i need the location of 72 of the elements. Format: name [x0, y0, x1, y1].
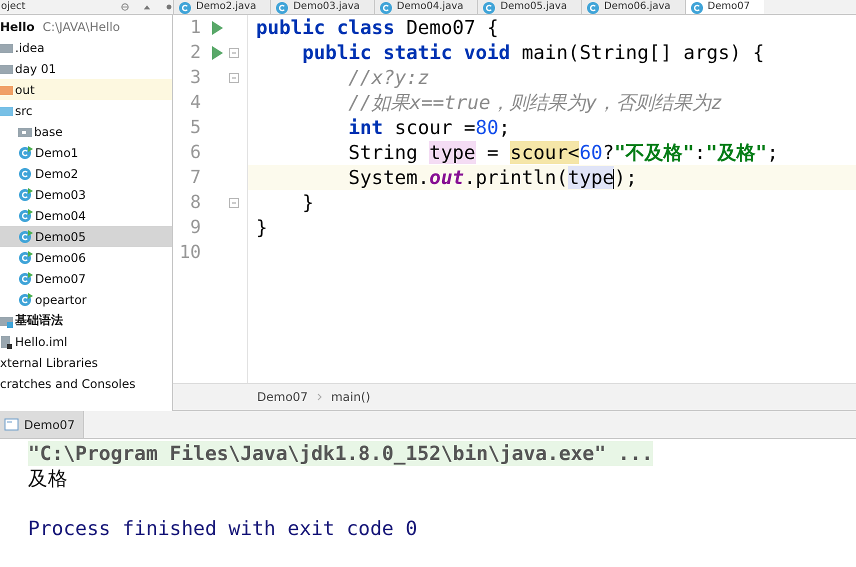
class-icon	[18, 208, 33, 223]
project-path: C:\JAVA\Hello	[42, 20, 120, 34]
chevron-icon	[316, 392, 323, 402]
class-icon	[18, 292, 33, 307]
tree-item[interactable]: Demo07	[0, 268, 172, 289]
class-icon	[18, 250, 33, 265]
line-number: 1	[189, 17, 201, 38]
code-line: public static void main(String[] args) {	[301, 40, 766, 65]
tree-item[interactable]: Hello.iml	[0, 331, 172, 352]
tree-item[interactable]: Demo2	[0, 163, 172, 184]
line-number: 9	[189, 217, 201, 238]
breadcrumb-item[interactable]: main()	[330, 390, 370, 404]
code-line: }	[255, 215, 269, 240]
tree-item[interactable]: src	[0, 100, 172, 121]
class-icon	[18, 145, 33, 160]
class-icon	[378, 0, 394, 14]
editor-tab[interactable]: Demo06.java	[580, 0, 685, 14]
class-icon	[18, 187, 33, 202]
tree-item[interactable]: Demo1	[0, 142, 172, 163]
file-icon	[0, 334, 13, 348]
run-icon	[210, 44, 224, 60]
globe-icon	[121, 2, 129, 12]
tree-item[interactable]: Demo04	[0, 205, 172, 226]
code-line: int scour =80;	[347, 115, 512, 140]
tree-item[interactable]: opeartor	[0, 289, 172, 310]
fold-icon	[228, 196, 240, 208]
run-tab[interactable]: Demo07	[0, 411, 84, 438]
tree-item[interactable]: .idea	[0, 37, 172, 58]
project-label: oject	[0, 0, 26, 14]
run-icon	[210, 20, 224, 36]
class-icon	[690, 0, 705, 14]
line-number: 8	[189, 192, 201, 213]
fold-icon	[228, 72, 240, 84]
editor-tab[interactable]: Demo07	[684, 0, 764, 14]
breadcrumb-item[interactable]: Demo07	[257, 390, 308, 404]
tree-item[interactable]: cratches and Consoles	[0, 373, 172, 394]
console-icon	[4, 417, 19, 432]
tree-item[interactable]: xternal Libraries	[0, 352, 172, 373]
console-line: 及格	[28, 466, 69, 491]
tree-item[interactable]: day 01	[0, 58, 172, 79]
tree-item[interactable]: Demo05	[0, 226, 172, 247]
line-number: 2	[189, 42, 201, 63]
console-line: Process finished with exit code 0	[28, 516, 418, 541]
editor-tab[interactable]: Demo04.java	[374, 0, 478, 14]
class-icon	[586, 0, 601, 14]
code-line: }	[301, 190, 315, 215]
settings-icon	[165, 2, 173, 12]
code-line: //如果x==true，则结果为y，否则结果为z	[347, 90, 724, 115]
class-icon	[482, 0, 498, 14]
class-icon	[18, 166, 33, 181]
editor-tab[interactable]: Demo05.java	[477, 0, 581, 14]
fold-icon	[228, 46, 240, 58]
tree-item[interactable]: 基础语法	[0, 310, 172, 331]
code-line: public class Demo07 {	[255, 15, 500, 40]
code-line: //x?y:z	[347, 65, 430, 90]
class-icon	[275, 0, 290, 14]
tree-item[interactable]: Demo03	[0, 184, 172, 205]
tree-item[interactable]: out	[0, 79, 172, 100]
line-number: 6	[189, 142, 201, 163]
line-number: 4	[189, 92, 201, 113]
editor-tab[interactable]: Demo03.java	[270, 0, 374, 14]
line-number: 10	[178, 242, 201, 263]
tree-item[interactable]: base	[0, 121, 172, 142]
line-number: 3	[189, 67, 201, 88]
tree-item[interactable]: Demo06	[0, 247, 172, 268]
code-line: String type = scour<60?"不及格":"及格";	[347, 140, 780, 165]
line-number: 7	[189, 167, 201, 188]
class-icon	[18, 271, 33, 286]
tree-item[interactable]: Hello C:\JAVA\Hello	[0, 16, 172, 37]
editor-tab[interactable]: Demo2.java	[173, 0, 270, 14]
class-icon	[18, 229, 33, 244]
line-number: 5	[189, 117, 201, 138]
